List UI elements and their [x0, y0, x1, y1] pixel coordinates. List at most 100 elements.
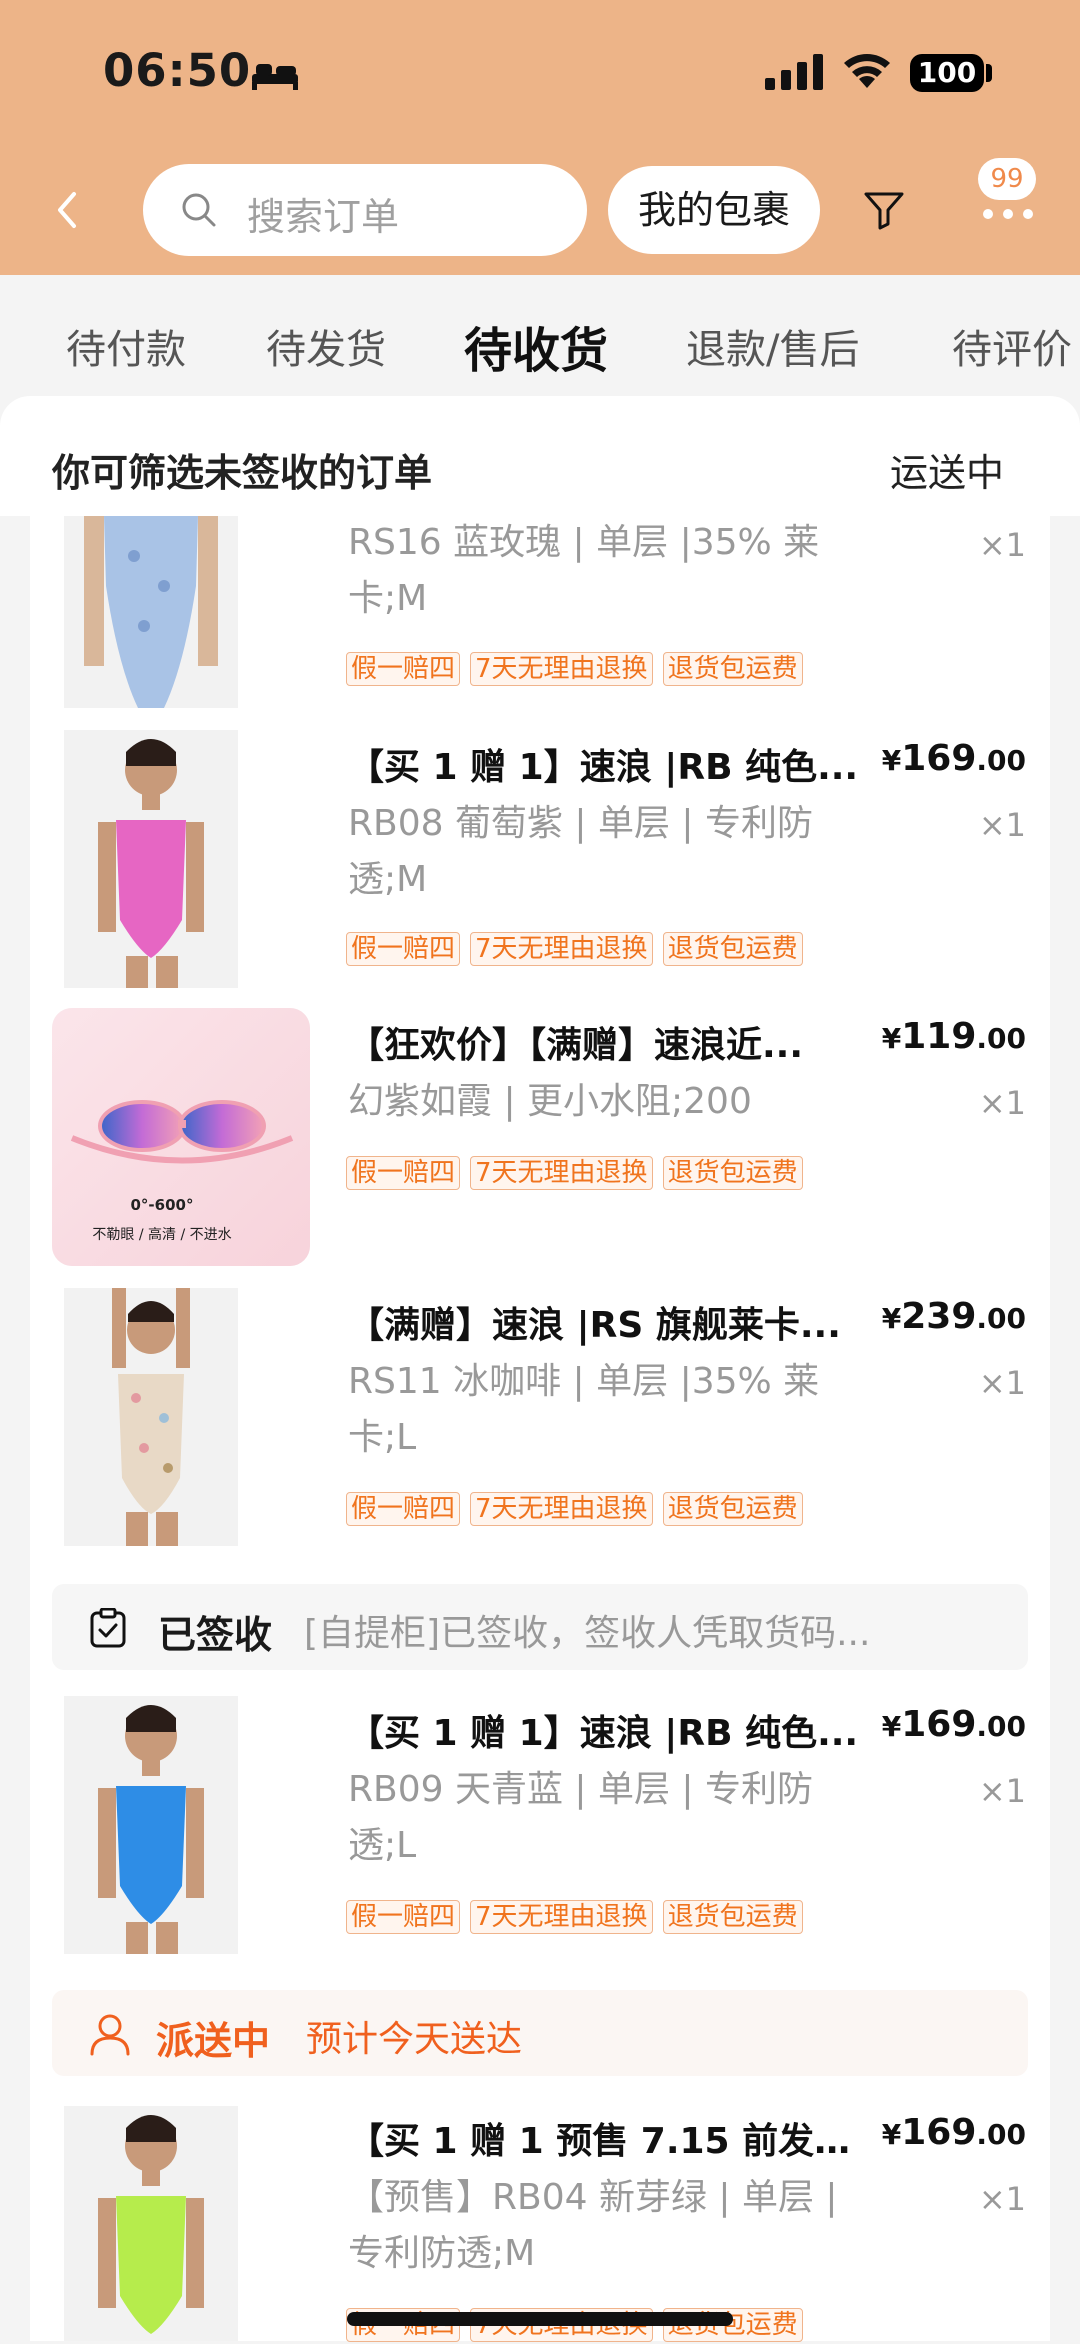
tag-free-return-shipping: 退货包运费	[662, 932, 803, 966]
service-tags: 假一赔四 7天无理由退换退货包运费	[346, 1900, 813, 1936]
tag-fake-compensation: 假一赔四	[346, 932, 461, 966]
price-decimal: .00	[976, 2118, 1026, 2151]
search-placeholder: 搜索订单	[247, 195, 400, 239]
item-quantity: ×1	[978, 2180, 1026, 2218]
product-image: 0°-600° 不勒眼 / 高清 / 不进水	[52, 1008, 310, 1266]
cellular-signal-icon	[765, 54, 823, 90]
tab-pending-receipt[interactable]: 待收货	[464, 311, 608, 381]
item-spec: RB09 天青蓝 | 单层 | 专利防	[348, 1769, 813, 1810]
tag-7-day-return: 7天无理由退换	[470, 1900, 653, 1934]
item-spec: 幻紫如霞 | 更小水阻;200	[348, 1081, 752, 1122]
tab-pending-review[interactable]: 待评价	[952, 317, 1072, 375]
tab-refund-aftersale[interactable]: 退款/售后	[686, 317, 859, 375]
tag-fake-compensation: 假一赔四	[346, 652, 461, 686]
item-price: ¥169.00	[882, 2112, 1026, 2153]
filter-hint: 你可筛选未签收的订单	[52, 451, 433, 495]
more-icon[interactable]	[978, 208, 1038, 220]
price-integer: 119	[901, 1016, 977, 1057]
price-integer: 169	[901, 1704, 977, 1745]
price-integer: 169	[901, 738, 977, 779]
wifi-icon	[844, 54, 890, 88]
item-price: ¥239.00	[882, 1296, 1026, 1337]
price-decimal: .00	[976, 1022, 1026, 1055]
item-spec-line2: 透;L	[348, 1825, 417, 1866]
service-tags: 假一赔四 7天无理由退换退货包运费	[346, 932, 813, 968]
tag-fake-compensation: 假一赔四	[346, 1900, 461, 1934]
goggle-degree: 0°-600°	[130, 1196, 194, 1214]
currency-symbol: ¥	[881, 744, 902, 777]
item-price: ¥119.00	[882, 1016, 1026, 1057]
my-packages-button[interactable]: 我的包裹	[608, 166, 820, 254]
item-title: 【买 1 赠 1】速浪 |RB 纯色...	[348, 747, 859, 788]
filter-icon[interactable]	[862, 188, 906, 232]
item-quantity: ×1	[978, 1084, 1026, 1122]
clipboard-check-icon	[90, 1608, 126, 1648]
service-tags: 假一赔四 7天无理由退换退货包运费	[346, 1156, 813, 1192]
currency-symbol: ¥	[881, 1022, 902, 1055]
more-badge[interactable]: 99	[978, 158, 1036, 200]
item-quantity: ×1	[978, 806, 1026, 844]
order-status-delivering[interactable]: 派送中 预计今天送达	[52, 1990, 1028, 2076]
tag-free-return-shipping: 退货包运费	[662, 1156, 803, 1190]
item-spec: RS16 蓝玫瑰 | 单层 |35% 莱	[348, 522, 820, 563]
currency-symbol: ¥	[881, 1710, 902, 1743]
product-image	[64, 2106, 238, 2341]
service-tags: 假一赔四 7天无理由退换退货包运费	[346, 1492, 813, 1528]
product-image	[64, 1288, 238, 1546]
item-price: ¥169.00	[882, 738, 1026, 779]
price-integer: 169	[901, 2112, 977, 2153]
item-title: 【买 1 赠 1 预售 7.15 前发】...	[348, 2121, 868, 2162]
status-time: 06:50	[103, 44, 252, 97]
item-spec-line2: 卡;M	[348, 578, 428, 619]
product-image	[64, 516, 238, 708]
battery-tip	[986, 64, 992, 82]
search-icon	[182, 193, 216, 227]
service-tags: 假一赔四 7天无理由退换退货包运费	[346, 652, 813, 688]
filter-bar: 你可筛选未签收的订单 运送中	[0, 396, 1080, 516]
search-input[interactable]: 搜索订单	[143, 164, 587, 256]
item-title: 【满赠】速浪 |RS 旗舰莱卡...	[348, 1305, 841, 1346]
currency-symbol: ¥	[881, 2118, 902, 2151]
tag-free-return-shipping: 退货包运费	[662, 1900, 803, 1934]
tag-7-day-return: 7天无理由退换	[470, 1156, 653, 1190]
price-decimal: .00	[976, 1302, 1026, 1335]
home-indicator[interactable]	[347, 2312, 733, 2326]
tag-fake-compensation: 假一赔四	[346, 1492, 461, 1526]
tag-free-return-shipping: 退货包运费	[662, 1492, 803, 1526]
goggle-features: 不勒眼 / 高清 / 不进水	[92, 1227, 232, 1243]
filter-status-dropdown[interactable]: 运送中	[890, 442, 1004, 497]
status-label: 派送中	[156, 2019, 271, 2063]
item-price: ¥169.00	[882, 1704, 1026, 1745]
product-image	[64, 1696, 238, 1954]
item-spec: 【预售】RB04 新芽绿 | 单层 |	[348, 2177, 838, 2218]
item-spec-line2: 透;M	[348, 859, 428, 900]
item-title: 【狂欢价】【满赠】速浪近...	[348, 1025, 804, 1066]
status-label: 已签收	[158, 1613, 273, 1657]
order-tabs: 待付款 待发货 待收货 退款/售后 待评价	[0, 275, 1080, 395]
tab-pending-payment[interactable]: 待付款	[66, 317, 186, 375]
tag-free-return-shipping: 退货包运费	[662, 652, 803, 686]
item-quantity: ×1	[978, 1772, 1026, 1810]
courier-icon	[90, 2014, 130, 2056]
price-decimal: .00	[976, 1710, 1026, 1743]
item-spec: RS11 冰咖啡 | 单层 |35% 莱	[348, 1361, 820, 1402]
battery-indicator: 100	[910, 54, 984, 92]
product-image	[64, 730, 238, 988]
order-status-signed[interactable]: 已签收 [自提柜]已签收，签收人凭取货码...	[52, 1584, 1028, 1670]
price-decimal: .00	[976, 744, 1026, 777]
price-integer: 239	[901, 1296, 977, 1337]
status-desc: 预计今天送达	[306, 2019, 523, 2060]
tag-fake-compensation: 假一赔四	[346, 1156, 461, 1190]
tab-pending-shipment[interactable]: 待发货	[266, 317, 386, 375]
item-quantity: ×1	[978, 526, 1026, 564]
status-desc: [自提柜]已签收，签收人凭取货码...	[304, 1613, 871, 1654]
header: 06:50 100 搜索订单 我的包裹 99	[0, 0, 1080, 275]
item-spec-line2: 卡;L	[348, 1417, 417, 1458]
item-spec-line2: 专利防透;M	[348, 2233, 536, 2274]
item-spec: RB08 葡萄紫 | 单层 | 专利防	[348, 803, 813, 844]
status-bar: 06:50 100	[0, 0, 1080, 140]
item-title: 【买 1 赠 1】速浪 |RB 纯色...	[348, 1713, 859, 1754]
back-icon[interactable]	[52, 190, 82, 230]
item-quantity: ×1	[978, 1364, 1026, 1402]
tag-7-day-return: 7天无理由退换	[470, 1492, 653, 1526]
